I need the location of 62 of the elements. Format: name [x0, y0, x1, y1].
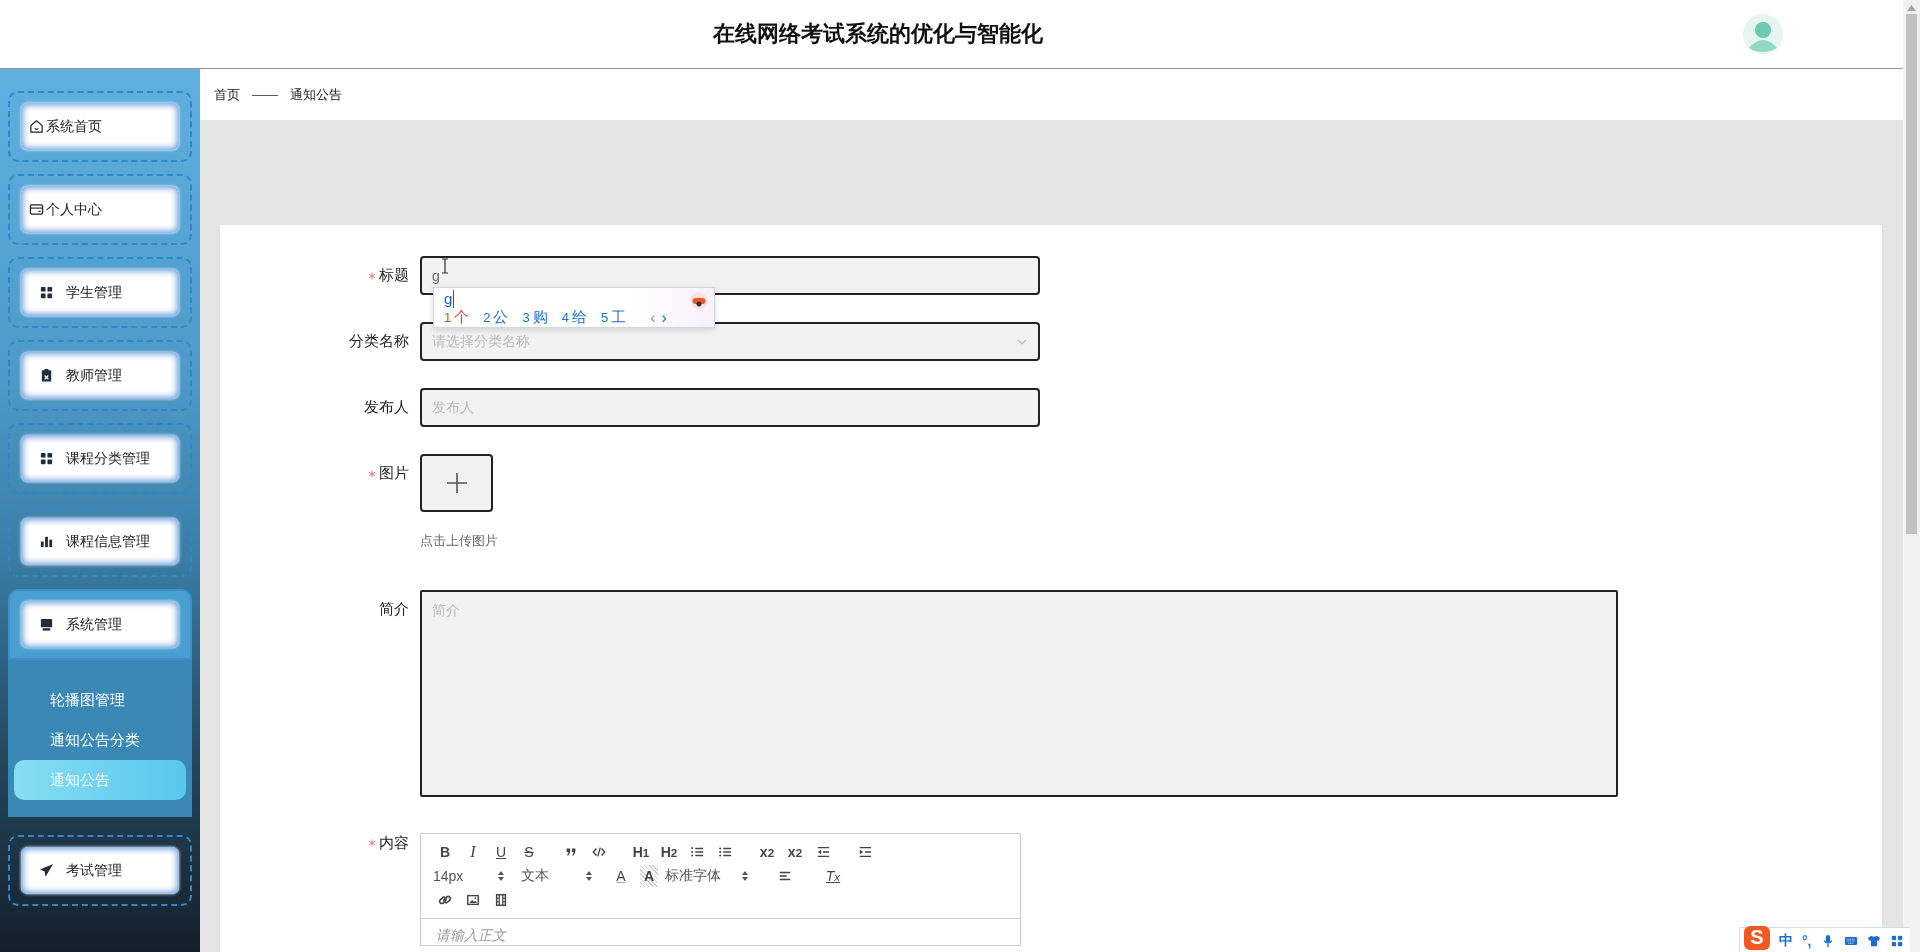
submenu-item[interactable]: 轮播图管理: [14, 680, 186, 720]
breadcrumb-item[interactable]: 首页: [214, 85, 240, 104]
grid-icon[interactable]: [1889, 933, 1904, 948]
toolbar-select[interactable]: 文本: [519, 865, 593, 887]
field-label: 分类名称: [349, 332, 409, 351]
ime-mode-button[interactable]: °,: [1802, 932, 1812, 949]
text-cursor-icon: [441, 258, 449, 274]
card-icon: [29, 202, 44, 217]
field-label: 图片: [379, 464, 409, 483]
upload-button[interactable]: [420, 454, 493, 512]
clipboard-icon: [39, 368, 54, 383]
toolbar-select[interactable]: 14px: [431, 865, 505, 887]
sidebar-item[interactable]: 课程分类管理: [21, 435, 179, 482]
upload-hint: 点击上传图片: [420, 532, 498, 550]
shirt-icon[interactable]: [1866, 933, 1881, 948]
italic-button[interactable]: I: [459, 841, 487, 863]
grid-icon: [39, 451, 54, 466]
field-label: 内容: [379, 833, 409, 853]
text-color-button[interactable]: A: [607, 865, 635, 887]
sidebar-item[interactable]: 考试管理: [21, 847, 179, 894]
sidebar-item[interactable]: 教师管理: [21, 352, 179, 399]
underline-button[interactable]: U: [487, 841, 515, 863]
scrollbar[interactable]: [1903, 0, 1920, 952]
plus-icon: [445, 472, 468, 494]
align-left-icon: [778, 869, 792, 883]
strikethrough-button[interactable]: S: [515, 841, 543, 863]
breadcrumb-separator: ——: [252, 87, 278, 102]
grid-icon: [39, 285, 54, 300]
sort-caret-icon: [741, 870, 749, 882]
bar-chart-icon: [39, 534, 54, 549]
link-icon: [438, 893, 452, 907]
sidebar-item[interactable]: 系统管理: [21, 601, 179, 648]
field-label: 标题: [379, 266, 409, 285]
monitor-icon: [39, 617, 54, 632]
film-icon: [494, 893, 508, 907]
paper-plane-icon: [39, 863, 54, 878]
home-icon: [29, 119, 44, 134]
toolbar-select[interactable]: 标准字体: [663, 865, 749, 887]
field-label: 简介: [379, 600, 409, 619]
ime-composition: g: [444, 290, 455, 308]
submenu-item[interactable]: 通知公告分类: [14, 720, 186, 760]
sort-caret-icon: [585, 870, 593, 882]
sidebar-item[interactable]: 系统首页: [21, 103, 179, 150]
bullet-list-icon: [718, 845, 732, 859]
app-title: 在线网络考试系统的优化与智能化: [713, 20, 1043, 48]
sidebar-item[interactable]: 学生管理: [21, 269, 179, 316]
round-logo-icon: [690, 292, 708, 310]
breadcrumb-item[interactable]: 通知公告: [290, 85, 342, 104]
code-icon: [592, 845, 606, 859]
field-label: 发布人: [364, 398, 409, 417]
sort-caret-icon: [497, 870, 505, 882]
editor-placeholder: 请输入正文: [436, 927, 506, 943]
bold-button[interactable]: B: [431, 841, 459, 863]
highlight-button[interactable]: A: [640, 865, 658, 887]
sidebar-item[interactable]: 课程信息管理: [21, 518, 179, 565]
text-field[interactable]: g: [420, 256, 1040, 295]
outdent-icon: [816, 845, 830, 859]
image-icon: [466, 893, 480, 907]
ime-mode-button[interactable]: 中: [1779, 931, 1793, 950]
numbered-list-icon: [690, 845, 704, 859]
indent-icon: [858, 845, 872, 859]
sidebar-item[interactable]: 个人中心: [21, 186, 179, 233]
